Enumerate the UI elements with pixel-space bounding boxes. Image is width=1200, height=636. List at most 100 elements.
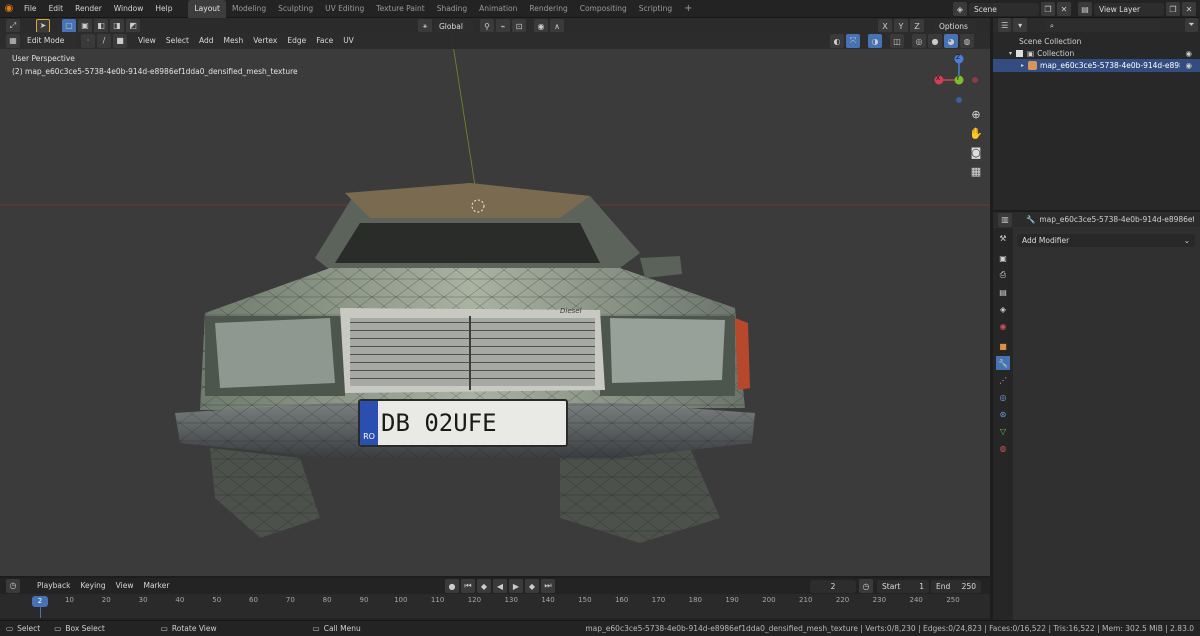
rendered-shading-icon[interactable]: ◍ [960,34,974,48]
pan-hand-icon[interactable]: ✋ [968,125,984,141]
menu-marker[interactable]: Marker [138,577,174,594]
expand-arrow-icon[interactable]: ▾ [1009,50,1012,57]
select-invert-icon[interactable]: ◨ [110,18,124,33]
solid-shading-icon[interactable]: ● [928,34,942,48]
proportional-edit-icon[interactable]: ◉ [534,19,548,33]
modifier-tab-icon[interactable]: 🔧 [996,356,1010,370]
tab-uv-editing[interactable]: UV Editing [319,0,370,18]
tab-sculpting[interactable]: Sculpting [272,0,319,18]
gizmo-toggle-icon[interactable]: ⤧ [846,34,860,48]
zoom-icon[interactable]: ⊕ [968,106,984,122]
menu-keying[interactable]: Keying [75,577,110,594]
menu-view[interactable]: View [133,32,161,49]
mirror-z-toggle[interactable]: Z [910,19,924,33]
menu-window[interactable]: Window [108,0,150,18]
tab-compositing[interactable]: Compositing [574,0,633,18]
tab-layout[interactable]: Layout [188,0,226,18]
pivot-icon[interactable]: ⚲ [480,19,494,33]
overlay-toggle-icon[interactable]: ◑ [868,34,882,48]
new-scene-icon[interactable]: ❐ [1041,2,1055,16]
menu-help[interactable]: Help [149,0,178,18]
mode-icon[interactable]: ▦ [6,33,20,48]
outliner-search[interactable]: ⌕ [1044,18,1161,32]
xray-icon[interactable]: ◫ [890,34,904,48]
tab-texture-paint[interactable]: Texture Paint [370,0,430,18]
3d-viewport[interactable]: RO DB 02UFE Diesel User Perspective (2) … [0,18,990,576]
options-dropdown[interactable]: Options [934,19,976,33]
play-reverse-icon[interactable]: ◀ [493,579,507,593]
particles-tab-icon[interactable]: ⋰ [996,373,1010,387]
timeline-editor-icon[interactable]: ◷ [6,578,20,593]
orientation-dropdown[interactable]: Global [434,19,474,33]
select-intersect-icon[interactable]: ◩ [126,18,140,33]
scene-icon[interactable]: ◈ [953,2,967,16]
end-frame-field[interactable]: End 250 [931,579,981,593]
view-layer-field[interactable]: View Layer [1094,2,1164,16]
vertex-select-icon[interactable]: · [81,33,95,48]
record-icon[interactable]: ● [445,579,459,593]
expand-arrow-icon[interactable]: ▸ [1021,62,1024,69]
outliner-editor-icon[interactable]: ☰ [998,18,1012,32]
menu-render[interactable]: Render [69,0,108,18]
tab-animation[interactable]: Animation [473,0,523,18]
next-keyframe-icon[interactable]: ◆ [525,579,539,593]
menu-select[interactable]: Select [161,32,194,49]
face-select-icon[interactable]: ■ [113,33,127,48]
data-tab-icon[interactable]: ▽ [996,424,1010,438]
mirror-y-toggle[interactable]: Y [894,19,908,33]
blender-logo-icon[interactable]: ◉ [0,1,18,17]
menu-vertex[interactable]: Vertex [248,32,282,49]
tab-rendering[interactable]: Rendering [523,0,573,18]
wireframe-shading-icon[interactable]: ◎ [912,34,926,48]
menu-playback[interactable]: Playback [32,577,75,594]
world-tab-icon[interactable]: ◉ [996,319,1010,333]
tool-tab-icon[interactable]: ⚒ [996,231,1010,245]
menu-timeline-view[interactable]: View [111,577,139,594]
select-extend-icon[interactable]: ▣ [78,18,92,33]
select-new-icon[interactable]: ▢ [62,18,76,33]
visibility-icon[interactable]: ◐ [830,34,844,48]
view-layer-tab-icon[interactable]: ▤ [996,285,1010,299]
scene-collection-row[interactable]: Scene Collection [993,35,1200,47]
new-view-layer-icon[interactable]: ❐ [1166,2,1180,16]
material-tab-icon[interactable]: ◍ [996,441,1010,455]
menu-edit[interactable]: Edit [43,0,70,18]
menu-edge[interactable]: Edge [282,32,311,49]
output-tab-icon[interactable]: ⎙ [996,268,1010,282]
add-modifier-dropdown[interactable]: Add Modifier ⌄ [1017,234,1195,247]
tweak-tool-icon[interactable]: ➤ [36,18,50,33]
tab-modeling[interactable]: Modeling [226,0,272,18]
select-subtract-icon[interactable]: ◧ [94,18,108,33]
mode-dropdown[interactable]: Edit Mode [22,34,77,47]
physics-tab-icon[interactable]: ◎ [996,390,1010,404]
jump-start-icon[interactable]: ⏮ [461,579,475,593]
menu-file[interactable]: File [18,0,43,18]
play-icon[interactable]: ▶ [509,579,523,593]
filter-icon[interactable]: ⏷ [1184,18,1199,32]
orientation-icon[interactable]: ⚹ [418,19,432,33]
current-frame-field[interactable]: 2 [810,579,856,593]
menu-uv[interactable]: UV [338,32,359,49]
menu-mesh[interactable]: Mesh [218,32,248,49]
object-tab-icon[interactable]: ■ [996,339,1010,353]
object-name[interactable]: map_e60c3ce5-5738-4e0b-914d-e8986ef1dda0… [1039,215,1194,224]
object-row[interactable]: ▸ map_e60c3ce5-5738-4e0b-914d-e8986ef1dd… [993,59,1200,72]
material-shading-icon[interactable]: ◕ [944,34,958,48]
constraints-tab-icon[interactable]: ⊛ [996,407,1010,421]
clock-icon[interactable]: ◷ [859,579,873,593]
edge-select-icon[interactable]: / [97,33,111,48]
editor-type-icon[interactable]: ⤢ [6,18,20,33]
add-workspace-button[interactable]: + [678,0,698,18]
delete-scene-icon[interactable]: ✕ [1057,2,1071,16]
camera-icon[interactable]: ◙ [968,144,984,160]
start-frame-field[interactable]: Start 1 [877,579,929,593]
display-mode-icon[interactable]: ▾ [1013,18,1027,32]
eye-icon[interactable]: ◉ [1185,61,1192,70]
jump-end-icon[interactable]: ⏭ [541,579,555,593]
prev-keyframe-icon[interactable]: ◆ [477,579,491,593]
render-tab-icon[interactable]: ▣ [996,251,1010,265]
checkbox-icon[interactable] [1016,49,1024,57]
current-frame-marker[interactable]: 2 [32,596,48,607]
collection-row[interactable]: ▾ ▣ Collection ◉ [993,47,1200,59]
mirror-x-toggle[interactable]: X [878,19,892,33]
